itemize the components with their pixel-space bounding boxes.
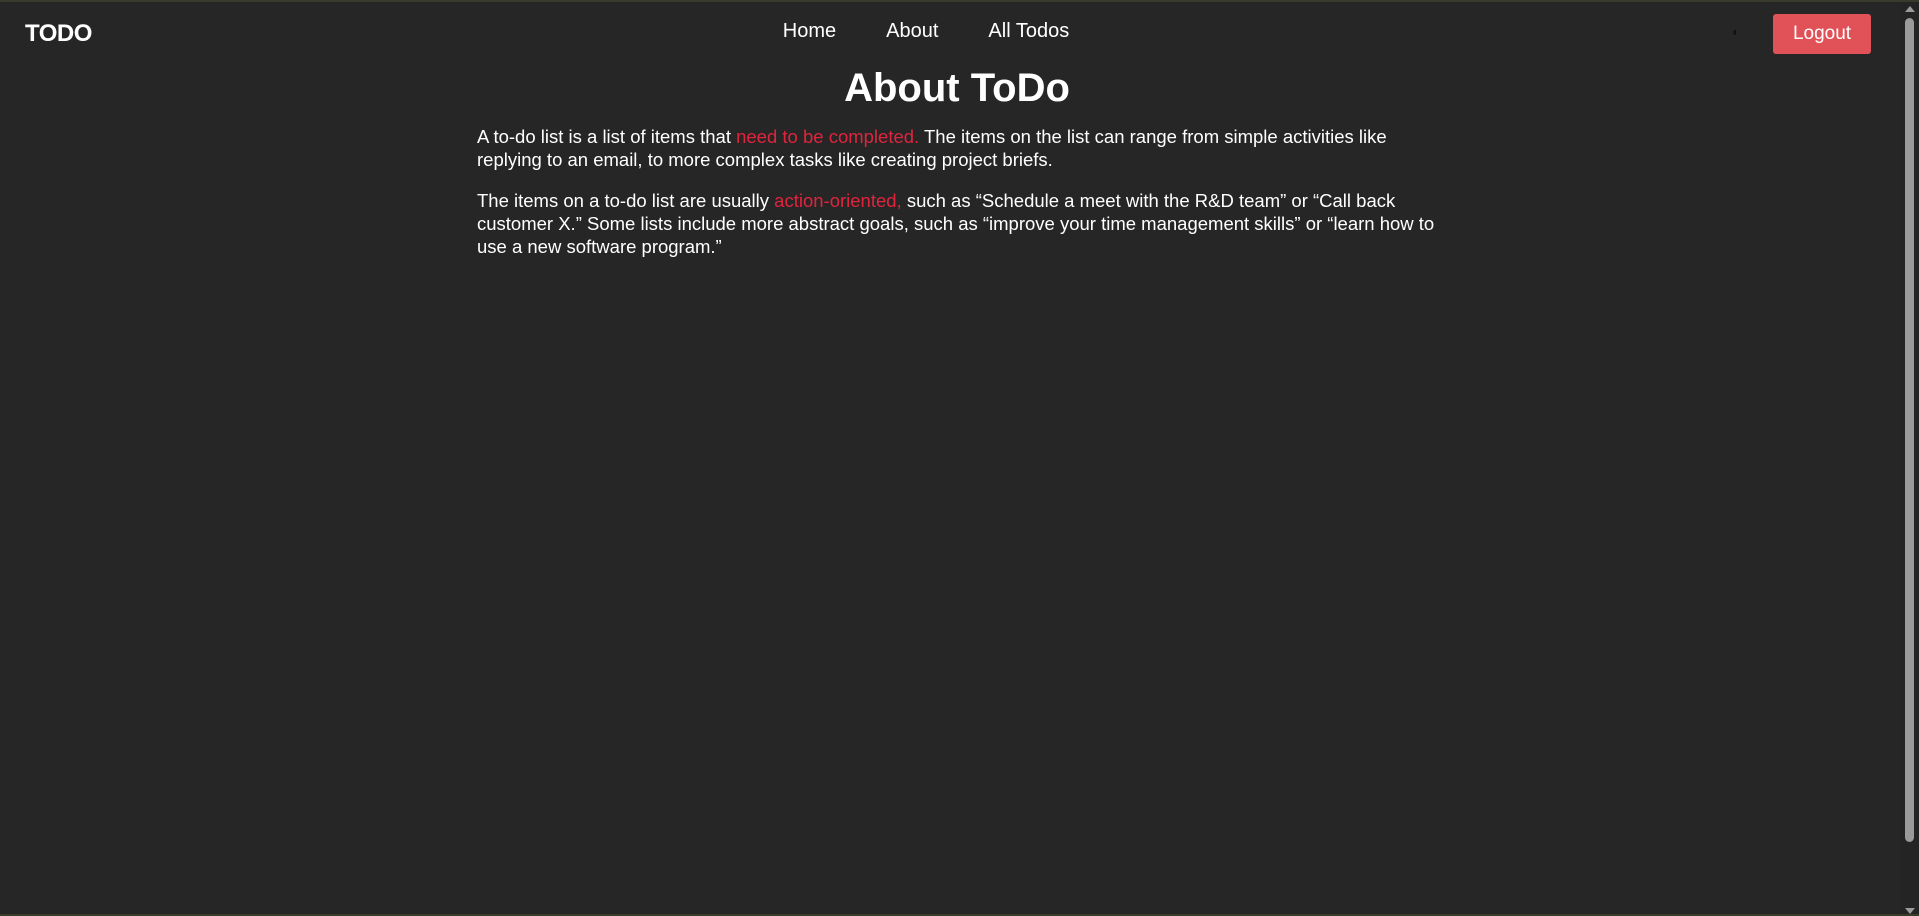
navbar: TODO Home About All Todos ◐ Logout	[0, 2, 1900, 64]
nav-link-home[interactable]: Home	[783, 20, 836, 43]
scrollbar-thumb[interactable]	[1905, 18, 1914, 842]
nav-links: Home About All Todos	[0, 20, 1852, 43]
page: TODO Home About All Todos ◐ Logout About…	[0, 0, 1919, 916]
paragraph-2-highlight: action-oriented,	[774, 190, 902, 211]
about-paragraph-2: The items on a to-do list are usually ac…	[477, 189, 1437, 258]
page-title: About ToDo	[844, 66, 1070, 110]
paragraph-1-text-start: A to-do list is a list of items that	[477, 126, 737, 147]
vertical-scrollbar[interactable]	[1900, 2, 1919, 916]
logout-button[interactable]: Logout	[1773, 14, 1871, 54]
paragraph-2-text-start: The items on a to-do list are usually	[477, 190, 775, 211]
scroll-up-icon[interactable]	[1905, 6, 1915, 12]
about-paragraph-1: A to-do list is a list of items that nee…	[477, 125, 1437, 171]
paragraph-1-highlight: need to be completed.	[736, 126, 920, 147]
main-content: About ToDo A to-do list is a list of ite…	[477, 64, 1437, 276]
nav-link-about[interactable]: About	[886, 20, 938, 43]
nav-link-all-todos[interactable]: All Todos	[988, 20, 1069, 43]
theme-toggle-icon[interactable]: ◐	[1729, 25, 1743, 39]
